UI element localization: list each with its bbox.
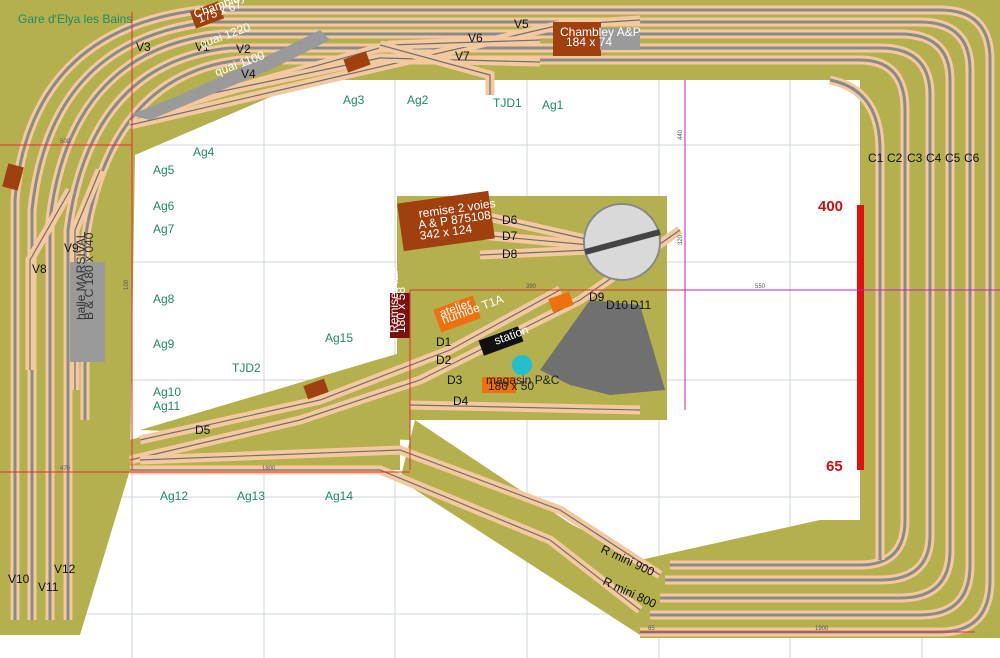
label-c5: C5 (945, 151, 961, 165)
count-bar (857, 205, 864, 470)
chambley-right-size-label: 184 x 74 (566, 35, 612, 49)
label-tjd2: TJD2 (232, 361, 261, 375)
diagram-title: Gare d'Elya les Bains (18, 12, 132, 26)
dim-390: 390 (526, 284, 537, 290)
count-bottom-label: 65 (826, 458, 843, 475)
label-ag1: Ag1 (542, 98, 564, 112)
label-ag7: Ag7 (153, 222, 175, 236)
dim-1800: 1800 (262, 466, 276, 472)
label-ag9: Ag9 (153, 337, 175, 351)
label-v3: V3 (136, 40, 151, 54)
dim-100: 100 (124, 279, 130, 290)
label-d11: D11 (630, 298, 651, 312)
label-v10: V10 (8, 572, 30, 586)
label-d7: D7 (502, 229, 518, 243)
magasin-size-label: 180 x 50 (488, 379, 534, 393)
label-ag12: Ag12 (160, 489, 188, 503)
dim-440: 440 (678, 129, 684, 140)
label-d10: D10 (606, 298, 628, 312)
label-d5: D5 (195, 423, 211, 437)
label-ag10: Ag10 (153, 385, 181, 399)
label-ag13: Ag13 (237, 489, 265, 503)
label-d3: D3 (447, 373, 463, 387)
label-ag15: Ag15 (325, 331, 353, 345)
label-ag14: Ag14 (325, 489, 353, 503)
label-c1: C1 (868, 151, 884, 165)
dim-65: 65 (648, 626, 655, 632)
label-ag11: Ag11 (153, 399, 180, 413)
label-c3: C3 (907, 151, 923, 165)
label-ag3: Ag3 (343, 93, 365, 107)
label-ag2: Ag2 (407, 93, 429, 107)
dim-320: 320 (678, 234, 684, 245)
count-top-label: 400 (818, 198, 843, 215)
label-ag4: Ag4 (193, 145, 215, 159)
label-v6: V6 (468, 31, 483, 45)
track-plan-diagram: Gare d'Elya les Bains V1 V2 V3 V4 V5 V6 … (0, 0, 1000, 658)
label-d4: D4 (453, 394, 469, 408)
water-tower (512, 355, 532, 375)
label-tjd1: TJD1 (493, 96, 522, 110)
dim-470: 470 (60, 466, 71, 472)
dim-500: 500 (60, 139, 71, 145)
label-d8: D8 (502, 247, 518, 261)
label-ag8: Ag8 (153, 292, 175, 306)
label-v7: V7 (455, 49, 470, 63)
label-d6: D6 (502, 213, 518, 227)
halle-size-label: B & C 180 x 040 (82, 232, 96, 320)
label-c2: C2 (887, 151, 903, 165)
label-c6: C6 (964, 151, 980, 165)
label-c4: C4 (926, 151, 942, 165)
label-d9: D9 (589, 290, 605, 304)
dim-550: 550 (755, 284, 766, 290)
label-d1: D1 (436, 335, 452, 349)
label-v5: V5 (514, 17, 529, 31)
label-d2: D2 (436, 353, 452, 367)
label-v11: V11 (38, 580, 59, 594)
label-v12: V12 (54, 562, 76, 576)
label-ag6: Ag6 (153, 199, 175, 213)
remise-ap-size-label: 180 x 58 (394, 287, 408, 333)
dim-1900: 1900 (815, 626, 829, 632)
track-plan-canvas: Gare d'Elya les Bains V1 V2 V3 V4 V5 V6 … (0, 0, 1000, 658)
label-ag5: Ag5 (153, 163, 175, 177)
label-v8: V8 (32, 262, 47, 276)
